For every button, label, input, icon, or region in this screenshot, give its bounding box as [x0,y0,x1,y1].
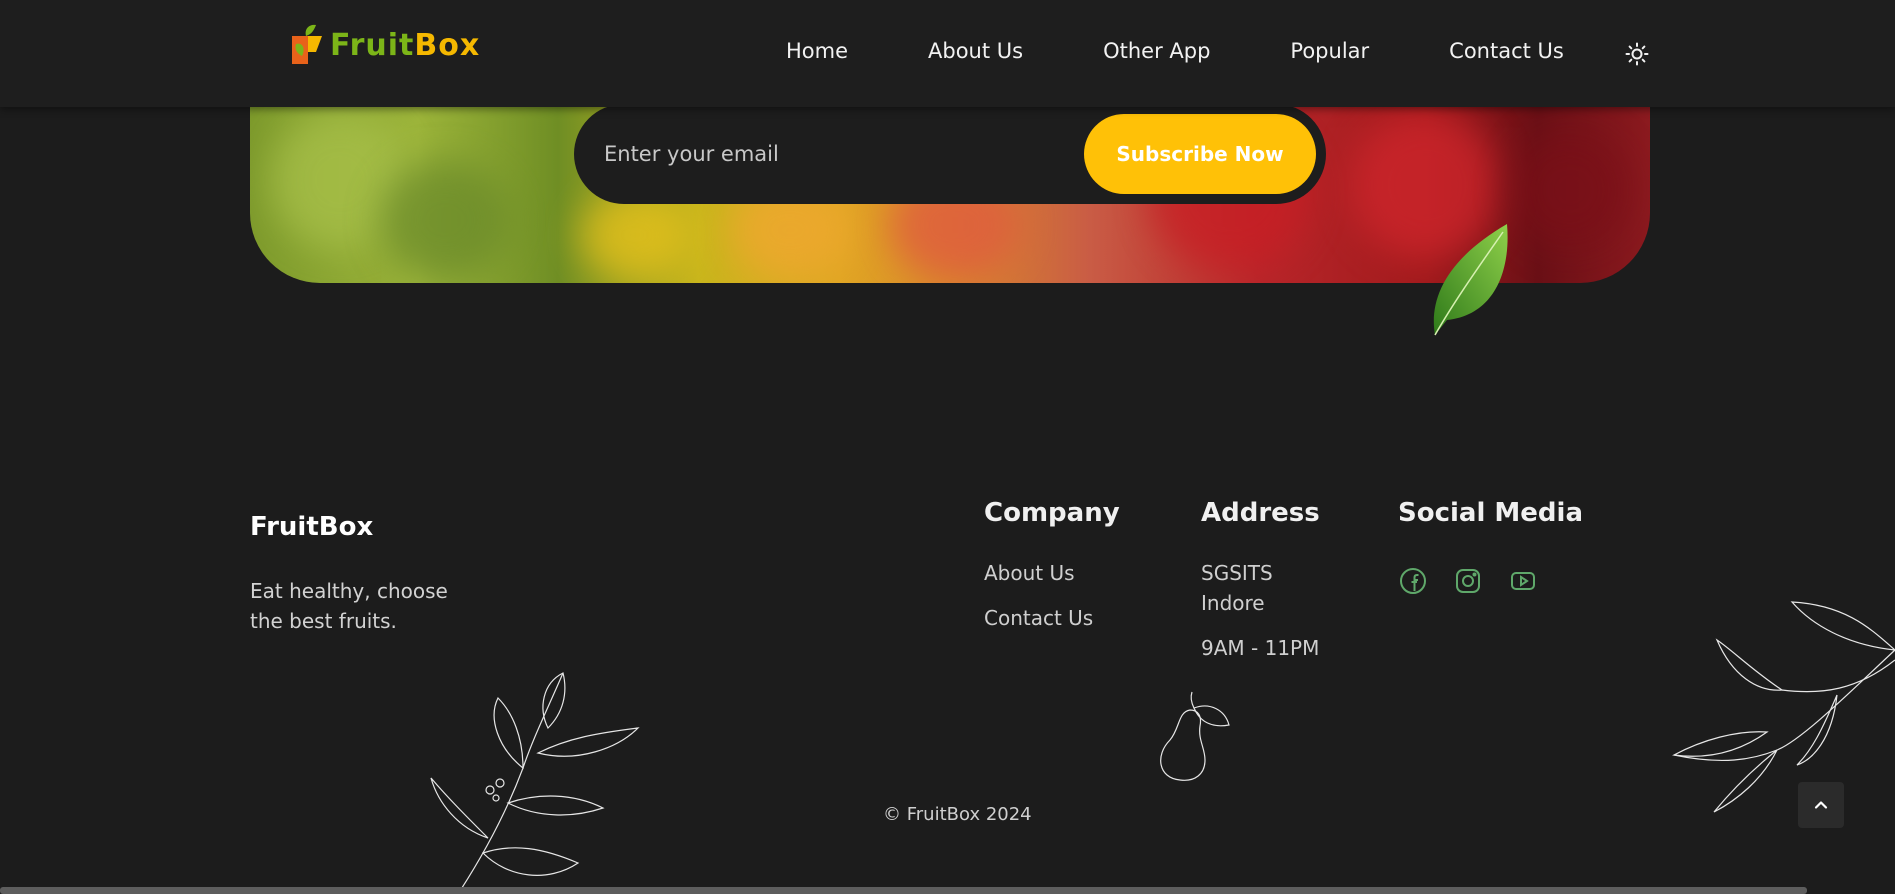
nav-contact-us[interactable]: Contact Us [1449,39,1564,63]
address-hours: 9AM - 11PM [1201,636,1320,660]
leaf-icon [1433,224,1508,336]
logo-text-main: Fruit [330,27,415,63]
instagram-icon[interactable] [1453,566,1483,596]
social-media-title: Social Media [1398,498,1583,528]
email-input[interactable] [604,134,1044,174]
footer-brand: FruitBox [250,512,374,542]
facebook-icon[interactable] [1398,566,1428,596]
address-title: Address [1201,498,1320,528]
scroll-to-top-button[interactable] [1798,782,1844,828]
subscribe-button[interactable]: Subscribe Now [1084,114,1316,194]
pear-illustration [1160,691,1230,781]
copyright-text: © FruitBox 2024 [883,804,1032,825]
fruitbox-logo-icon [292,24,322,64]
social-links [1398,566,1538,596]
leaf-branch-illustration [1672,601,1895,813]
youtube-icon[interactable] [1508,566,1538,596]
nav-about-us[interactable]: About Us [928,39,1023,63]
horizontal-scrollbar[interactable] [0,887,1807,894]
nav-home[interactable]: Home [786,39,848,63]
nav-popular[interactable]: Popular [1290,39,1369,63]
footer-link-about-us[interactable]: About Us [984,558,1075,588]
footer-link-contact-us[interactable]: Contact Us [984,603,1093,633]
branch-illustration [430,672,640,894]
chevron-up-icon [1814,801,1828,809]
footer-tagline: Eat healthy, choose the best fruits. [250,579,448,633]
nav-other-app[interactable]: Other App [1103,39,1210,63]
site-header: FruitBox Home About Us Other App Popular… [0,0,1895,107]
logo[interactable]: FruitBox [290,22,480,68]
address-location: SGSITS Indore [1201,561,1273,615]
theme-toggle-button[interactable] [1622,39,1652,69]
sun-icon [1625,42,1649,66]
newsletter-form: Subscribe Now [574,104,1326,204]
company-title: Company [984,498,1120,528]
logo-text-accent: Box [414,27,481,63]
main-nav: Home About Us Other App Popular Contact … [786,39,1564,63]
